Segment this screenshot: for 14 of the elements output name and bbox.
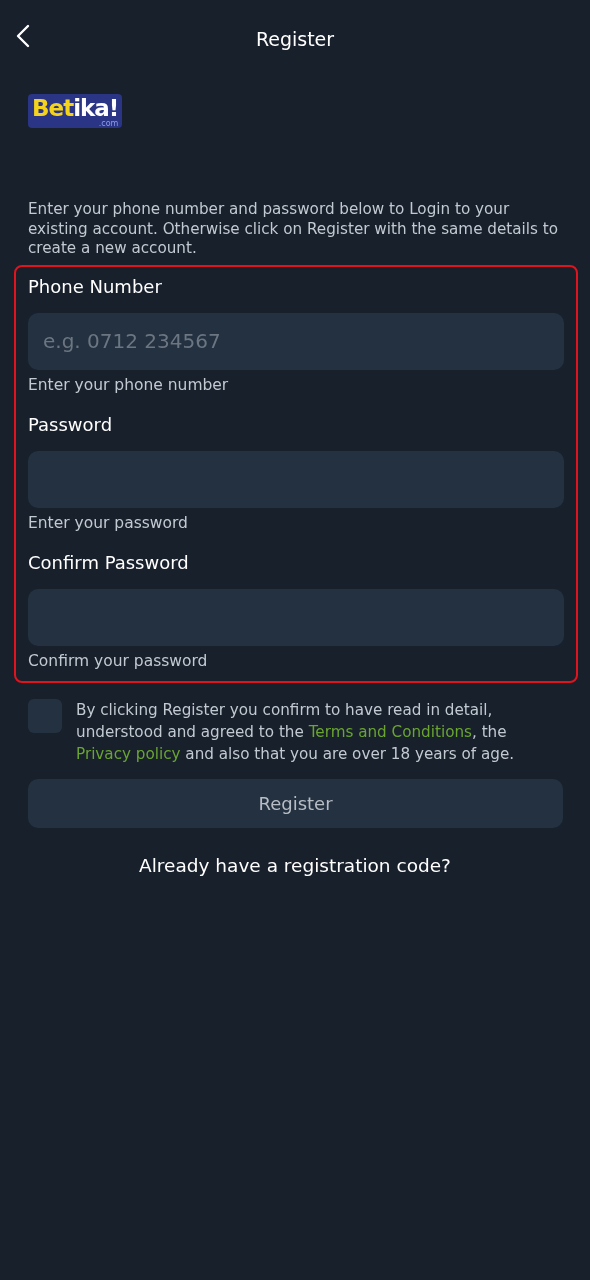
consent-text: By clicking Register you confirm to have read in detail, understood and agreed to the Terms and Conditions, the Privacy policy and also that you are over 18 years of age. bbox=[76, 699, 516, 765]
logo: Betika! .com bbox=[28, 94, 123, 128]
policy-link[interactable]: Terms and Conditions bbox=[308, 722, 472, 741]
registration-code-link[interactable]: Already have a registration code? bbox=[139, 854, 451, 876]
field-label: Confirm Password bbox=[28, 550, 190, 575]
field-label: Phone Number bbox=[28, 274, 163, 299]
intro-text: Enter your phone number and password below to Login to your existing account. Otherwise click on Register with the same details to create a new account. bbox=[28, 200, 559, 259]
field-hint: Confirm your password bbox=[28, 650, 209, 671]
input-field[interactable]: e.g. 0712 234567 bbox=[28, 312, 564, 370]
field-hint: Enter your phone number bbox=[28, 374, 230, 395]
field-label: Password bbox=[28, 412, 114, 437]
policy-link[interactable]: Privacy policy bbox=[76, 744, 181, 763]
field-hint: Enter your password bbox=[28, 512, 189, 533]
page-title: Register bbox=[255, 28, 335, 50]
